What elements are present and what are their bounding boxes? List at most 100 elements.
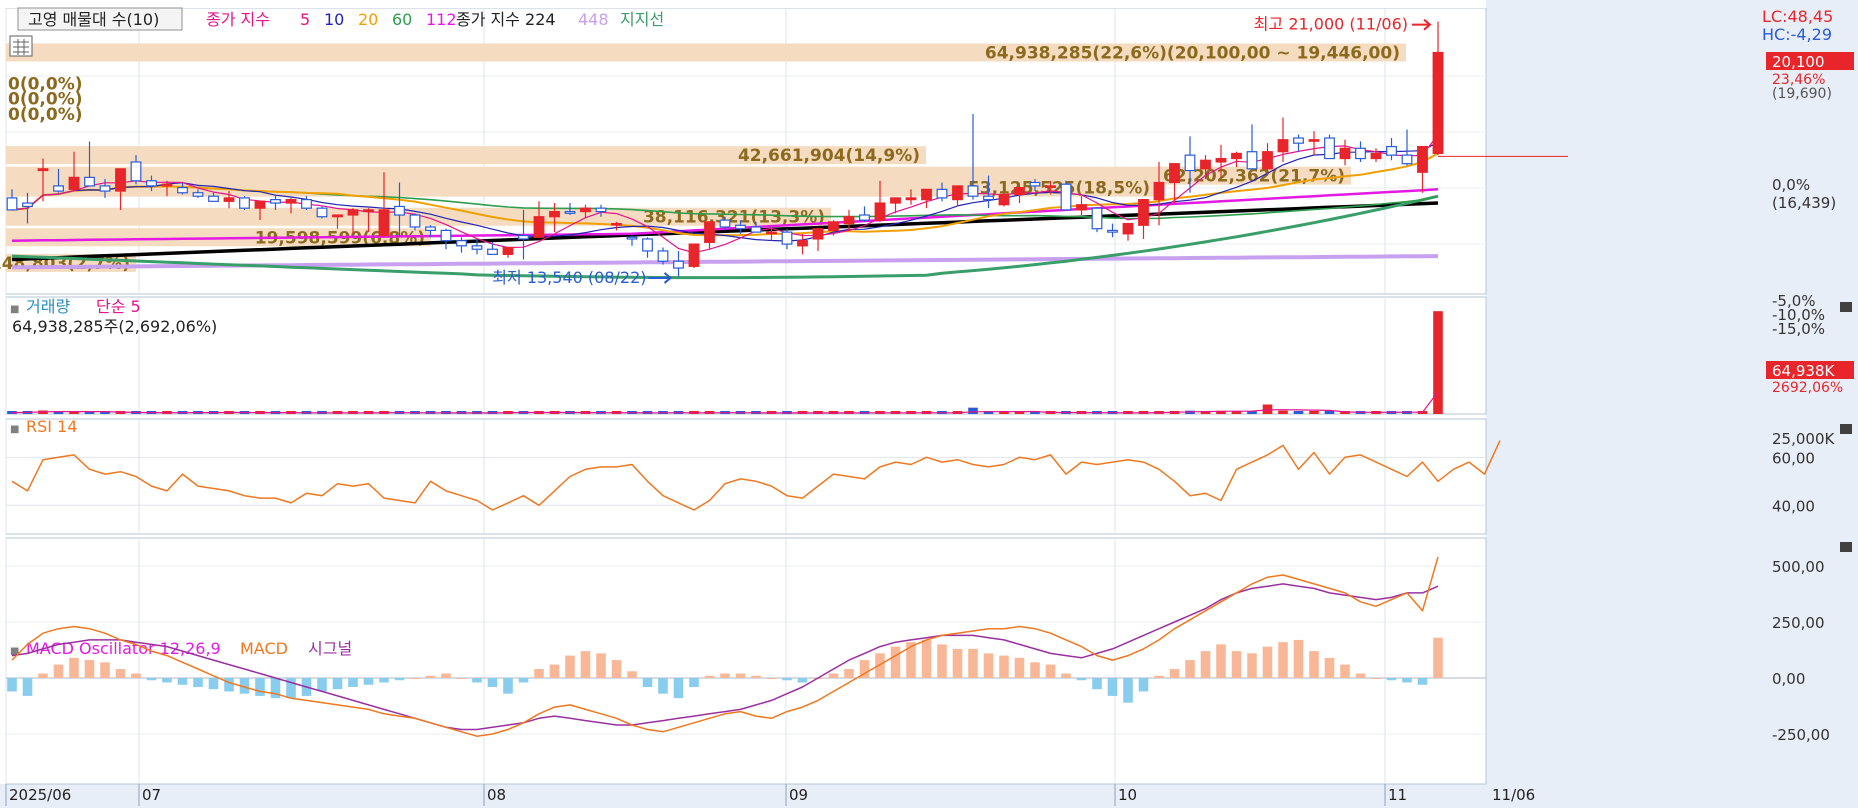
macd-oscillator-bar bbox=[1076, 678, 1087, 681]
macd-oscillator-bar bbox=[1107, 678, 1118, 696]
candle-body bbox=[1122, 222, 1134, 235]
candle-body bbox=[797, 240, 808, 247]
x-axis-label: 09 bbox=[789, 786, 808, 804]
macd-oscillator-bar bbox=[441, 673, 451, 678]
macd-oscillator-bar bbox=[1200, 651, 1211, 678]
macd-oscillator-bar bbox=[410, 678, 420, 679]
candle-body bbox=[642, 238, 653, 252]
pane-close-button[interactable] bbox=[1840, 424, 1852, 434]
macd-oscillator-bar bbox=[348, 678, 358, 687]
macd-oscillator-bar bbox=[518, 678, 529, 683]
macd-oscillator-bar bbox=[177, 678, 188, 685]
macd-oscillator-bar bbox=[84, 660, 95, 678]
volume-legend-title: 거래량 bbox=[26, 297, 70, 316]
candle-body bbox=[967, 185, 979, 197]
legend-ma-5: 5 bbox=[300, 10, 310, 29]
candle-body bbox=[781, 231, 793, 245]
candle-body bbox=[1091, 207, 1103, 230]
candle-body bbox=[1386, 145, 1397, 156]
candle-body bbox=[332, 214, 343, 218]
candle-body bbox=[68, 176, 80, 190]
legend-volume-profile: 고영 매물대 수(10) bbox=[28, 10, 159, 29]
candle-body bbox=[983, 195, 994, 201]
macd-oscillator-bar bbox=[38, 673, 48, 678]
macd-oscillator-bar bbox=[1247, 653, 1257, 678]
candle-body bbox=[921, 188, 932, 201]
candle-body bbox=[936, 188, 948, 199]
candle-body bbox=[1231, 152, 1242, 160]
volume-badge-value: 64,938K bbox=[1772, 362, 1835, 380]
price-pct-tick: -15,0% bbox=[1772, 320, 1825, 338]
volume-legend-marker: ■ bbox=[10, 304, 19, 315]
volume-bar bbox=[968, 407, 978, 414]
volume-badge-pct: 2692,06% bbox=[1772, 380, 1843, 396]
price-pct-tick: (16,439) bbox=[1772, 194, 1836, 212]
macd-oscillator-bar bbox=[1278, 642, 1288, 678]
macd-oscillator-bar bbox=[317, 678, 327, 692]
macd-axis-tick: 0,00 bbox=[1772, 670, 1805, 688]
candle-body bbox=[99, 185, 111, 192]
candle-body bbox=[673, 260, 684, 269]
macd-oscillator-bar bbox=[844, 669, 854, 678]
legend-ma448: 448 bbox=[578, 10, 609, 29]
macd-axis-tick: 500,00 bbox=[1772, 558, 1825, 576]
macd-legend-macd: MACD bbox=[240, 639, 288, 658]
macd-oscillator-bar bbox=[1417, 678, 1428, 685]
macd-oscillator-bar bbox=[255, 678, 265, 696]
macd-oscillator-bar bbox=[1402, 678, 1412, 683]
candle-body bbox=[316, 207, 328, 218]
macd-oscillator-bar bbox=[704, 675, 715, 678]
macd-oscillator-bar bbox=[1433, 637, 1443, 678]
macd-oscillator-bar bbox=[224, 678, 234, 692]
candle-body bbox=[487, 248, 498, 255]
candle-body bbox=[735, 224, 746, 230]
candle-body bbox=[409, 214, 421, 228]
candle-body bbox=[1215, 157, 1227, 163]
candle-body bbox=[425, 226, 436, 232]
candle-body bbox=[952, 185, 963, 201]
macd-oscillator-bar bbox=[627, 671, 637, 678]
macd-oscillator-bar bbox=[1231, 651, 1242, 678]
macd-oscillator-bar bbox=[472, 678, 482, 683]
macd-oscillator-bar bbox=[1061, 673, 1071, 678]
candle-body bbox=[285, 199, 297, 204]
candle-body bbox=[1138, 199, 1149, 226]
macd-oscillator-bar bbox=[999, 655, 1009, 678]
macd-oscillator-bar bbox=[162, 678, 172, 683]
macd-legend-osc: MACD Oscillator 12,26,9 bbox=[26, 639, 221, 658]
macd-oscillator-bar bbox=[720, 673, 730, 678]
candle-body bbox=[301, 199, 312, 209]
candle-body bbox=[1045, 185, 1056, 189]
volume-profile-label: 53,125,525(18,5%) bbox=[968, 179, 1150, 199]
macd-oscillator-bar bbox=[766, 678, 777, 679]
macd-oscillator-bar bbox=[131, 673, 141, 678]
candle-body bbox=[115, 168, 126, 192]
macd-oscillator-bar bbox=[193, 678, 203, 687]
macd-oscillator-bar bbox=[983, 653, 994, 678]
macd-oscillator-bar bbox=[115, 669, 126, 678]
pane-close-button[interactable] bbox=[1840, 542, 1852, 552]
macd-oscillator-bar bbox=[1309, 651, 1319, 678]
candle-body bbox=[84, 176, 95, 187]
macd-oscillator-bar bbox=[906, 642, 916, 678]
macd-oscillator-bar bbox=[921, 639, 932, 678]
rsi-legend: RSI 14 bbox=[26, 417, 77, 436]
table-icon[interactable] bbox=[9, 35, 33, 57]
candle-body bbox=[502, 246, 514, 255]
macd-oscillator-bar bbox=[1185, 660, 1195, 678]
candle-body bbox=[1308, 139, 1320, 142]
volume-bar bbox=[1433, 311, 1443, 414]
pane-close-button[interactable] bbox=[1840, 302, 1852, 312]
macd-oscillator-bar bbox=[1324, 657, 1335, 678]
volume-legend-ma: 단순 5 bbox=[96, 297, 141, 316]
candle-body bbox=[533, 216, 545, 238]
macd-oscillator-bar bbox=[689, 678, 699, 687]
macd-oscillator-bar bbox=[968, 648, 978, 678]
x-axis-label: 2025/06 bbox=[9, 786, 71, 804]
candle-body bbox=[1324, 137, 1335, 160]
candle-body bbox=[192, 192, 204, 197]
macd-oscillator-bar bbox=[673, 678, 684, 699]
rsi-axis-tick: 60,00 bbox=[1772, 449, 1815, 467]
candle-body bbox=[1339, 147, 1351, 160]
candle-body bbox=[130, 161, 142, 182]
